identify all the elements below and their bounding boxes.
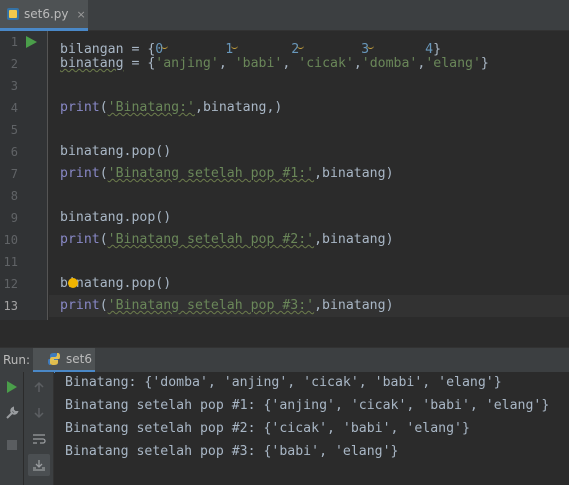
- comma: ,: [195, 100, 203, 115]
- line-number-gutter: 1 2 3 4 5 6 7 8 9 10 11 12 13: [0, 31, 48, 320]
- line-number: 3: [10, 79, 18, 93]
- identifier: binatang: [60, 56, 124, 71]
- lightbulb-icon[interactable]: [68, 278, 78, 288]
- run-tool-window-header: Run: set6: [0, 347, 569, 373]
- builtin-print: print: [60, 232, 100, 247]
- console-line: Binatang: {'domba', 'anjing', 'cicak', '…: [65, 375, 502, 390]
- comma: ,: [314, 166, 323, 181]
- code-line-2: binatang = {'anjing', 'babi', 'cicak','d…: [60, 53, 489, 75]
- close-icon[interactable]: ×: [77, 8, 86, 21]
- string-literal: 'Binatang setelah pop #1:': [107, 166, 315, 181]
- comma: ,: [417, 56, 426, 71]
- soft-wrap-icon[interactable]: [28, 428, 50, 450]
- string-literal: 'cicak': [298, 56, 354, 71]
- play-icon: [7, 381, 17, 393]
- line-number: 5: [10, 123, 18, 137]
- run-tab-set6[interactable]: set6: [33, 348, 95, 373]
- line-number: 4: [10, 101, 18, 115]
- editor-bottom-area: [0, 320, 569, 347]
- scroll-to-end-icon[interactable]: [28, 454, 50, 476]
- run-tab-label: set6: [66, 352, 92, 366]
- code-line-6: binatang.pop(): [60, 144, 172, 159]
- string-literal: 'babi': [234, 56, 283, 71]
- console-line: Binatang setelah pop #3: {'babi', 'elang…: [65, 444, 399, 459]
- python-file-icon: [7, 8, 19, 20]
- editor-tab-bar: set6.py ×: [0, 0, 569, 31]
- console-line: Binatang setelah pop #2: {'cicak', 'babi…: [65, 421, 470, 436]
- line-number-current: 13: [3, 299, 18, 313]
- paren: (: [99, 166, 108, 181]
- paren: (: [99, 232, 108, 247]
- paren: ,): [266, 100, 283, 115]
- string-literal: 'elang': [425, 56, 481, 71]
- comma: ,: [218, 56, 235, 71]
- tab-label: set6.py: [24, 7, 69, 21]
- identifier: binatang: [202, 100, 267, 115]
- python-icon: [48, 353, 60, 365]
- line-number: 1: [10, 35, 18, 49]
- code-editor[interactable]: 1 2 3 4 5 6 7 8 9 10 11 12 13 bilangan =…: [0, 31, 569, 320]
- code-line-13: print('Binatang setelah pop #3:',binatan…: [60, 295, 394, 317]
- string-literal: 'anjing': [155, 56, 219, 71]
- rerun-button[interactable]: [1, 376, 23, 398]
- comma: ,: [314, 298, 323, 313]
- ide-window: set6.py × 1 2 3 4 5 6 7 8 9 10 11 12 13 …: [0, 0, 569, 485]
- line-number: 2: [10, 57, 18, 71]
- code-line-1: bilangan = {0 1 2 3 4}: [60, 31, 441, 57]
- builtin-print: print: [60, 166, 100, 181]
- paren: (: [99, 100, 108, 115]
- stop-button[interactable]: [1, 434, 23, 456]
- line-number: 10: [3, 233, 18, 247]
- comma: ,: [353, 56, 362, 71]
- line-number: 9: [10, 211, 18, 225]
- console-line: Binatang setelah pop #1: {'anjing', 'cic…: [65, 398, 550, 413]
- up-arrow-icon[interactable]: [28, 376, 50, 398]
- code-line-7: print('Binatang setelah pop #1:',binatan…: [60, 163, 394, 185]
- line-number: 11: [3, 255, 18, 269]
- string-literal: 'domba': [361, 56, 418, 71]
- builtin-print: print: [60, 100, 100, 115]
- operator: = {: [123, 56, 156, 71]
- line-number: 12: [3, 277, 18, 291]
- identifier: binatang): [322, 298, 394, 313]
- line-number: 6: [10, 145, 18, 159]
- identifier: binatang): [322, 166, 394, 181]
- run-title: Run:: [3, 353, 31, 367]
- builtin-print: print: [60, 298, 100, 313]
- line-number: 8: [10, 189, 18, 203]
- tab-set6-py[interactable]: set6.py ×: [0, 0, 88, 31]
- string-literal: 'Binatang setelah pop #2:': [107, 232, 315, 247]
- brace: }: [480, 56, 489, 71]
- comma: ,: [314, 232, 323, 247]
- run-arrow-icon[interactable]: [26, 36, 37, 48]
- line-number: 7: [10, 167, 18, 181]
- identifier: binatang): [322, 232, 394, 247]
- stop-icon: [7, 440, 17, 450]
- code-line-9: binatang.pop(): [60, 210, 172, 225]
- paren: (: [99, 298, 108, 313]
- code-line-4: print('Binatang:',binatang,): [60, 97, 282, 119]
- run-toolbar-left: [0, 372, 24, 485]
- string-literal: 'Binatang setelah pop #3:': [107, 298, 315, 313]
- run-toolbar-secondary: [24, 372, 54, 485]
- comma: ,: [282, 56, 299, 71]
- run-console-output[interactable]: Binatang: {'domba', 'anjing', 'cicak', '…: [55, 372, 569, 485]
- code-line-10: print('Binatang setelah pop #2:',binatan…: [60, 229, 394, 251]
- wrench-icon[interactable]: [1, 402, 23, 424]
- string-literal: 'Binatang:': [107, 100, 195, 115]
- down-arrow-icon[interactable]: [28, 402, 50, 424]
